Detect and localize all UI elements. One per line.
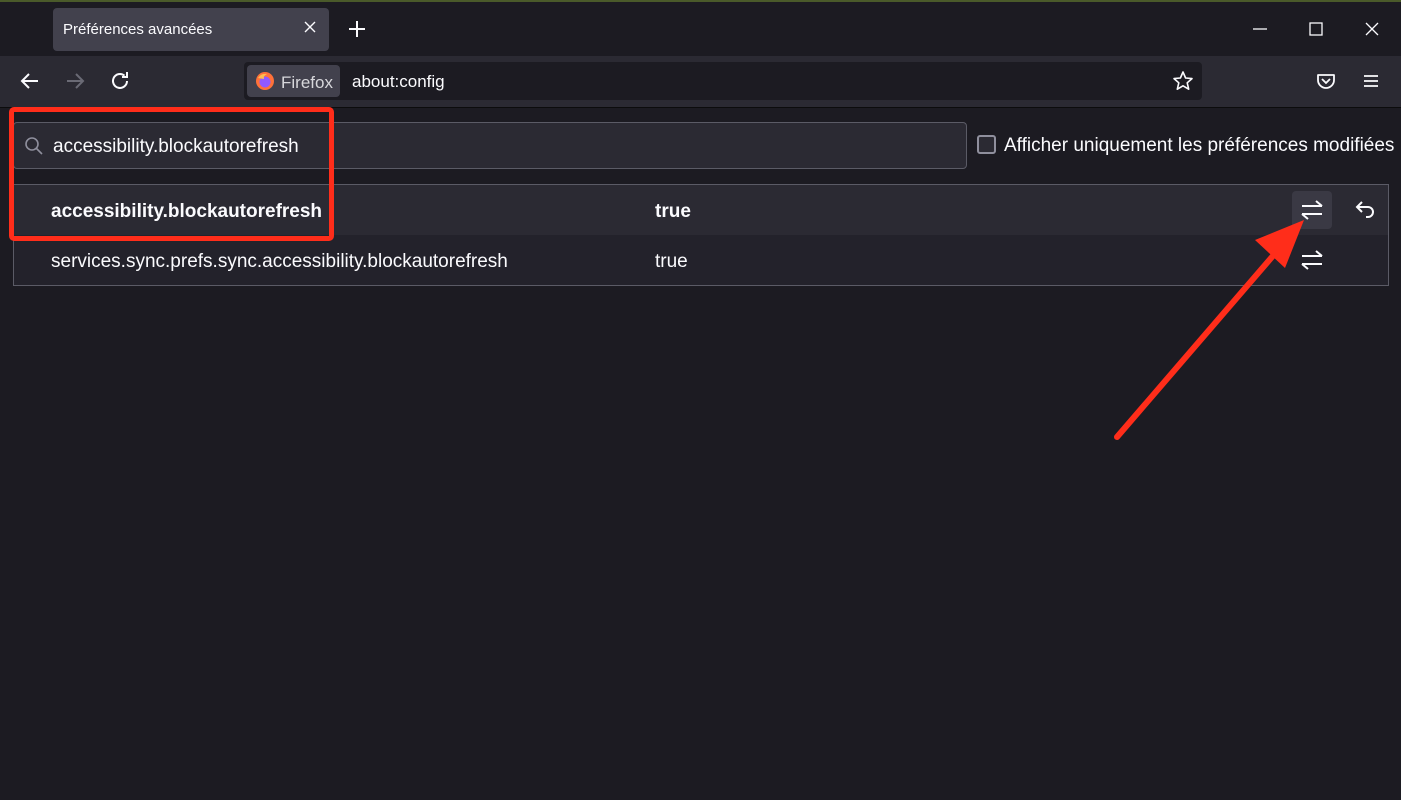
annotation-highlight-box <box>9 107 334 241</box>
pref-value: true <box>655 201 691 222</box>
modified-only-label[interactable]: Afficher uniquement les préférences modi… <box>1004 135 1394 157</box>
bookmark-star-icon[interactable] <box>1172 70 1194 92</box>
reload-icon[interactable] <box>107 68 133 94</box>
table-row[interactable]: services.sync.prefs.sync.accessibility.b… <box>14 235 1388 285</box>
menu-icon[interactable] <box>1358 68 1384 94</box>
modified-only-checkbox[interactable] <box>977 135 996 154</box>
firefox-icon <box>255 71 275 91</box>
back-icon[interactable] <box>17 68 43 94</box>
new-tab-button[interactable] <box>344 16 370 42</box>
identity-box[interactable]: Firefox <box>247 65 340 97</box>
tab-title: Préférences avancées <box>63 21 213 38</box>
url-text[interactable]: about:config <box>352 72 445 92</box>
maximize-icon[interactable] <box>1303 16 1329 42</box>
window-close-icon[interactable] <box>1359 16 1385 42</box>
url-bar[interactable]: Firefox about:config <box>244 62 1202 100</box>
pref-name: services.sync.prefs.sync.accessibility.b… <box>51 251 508 272</box>
forward-icon[interactable] <box>62 68 88 94</box>
tab-active[interactable]: Préférences avancées <box>53 8 329 51</box>
minimize-icon[interactable] <box>1247 16 1273 42</box>
navigation-bar: Firefox about:config <box>0 56 1401 108</box>
close-icon[interactable] <box>301 18 319 36</box>
pocket-icon[interactable] <box>1313 68 1339 94</box>
toggle-button[interactable] <box>1292 241 1332 279</box>
toggle-button[interactable] <box>1292 191 1332 229</box>
reset-button[interactable] <box>1344 191 1384 229</box>
identity-label: Firefox <box>281 73 333 92</box>
pref-value: true <box>655 251 688 272</box>
tab-strip: Préférences avancées <box>0 2 1401 56</box>
